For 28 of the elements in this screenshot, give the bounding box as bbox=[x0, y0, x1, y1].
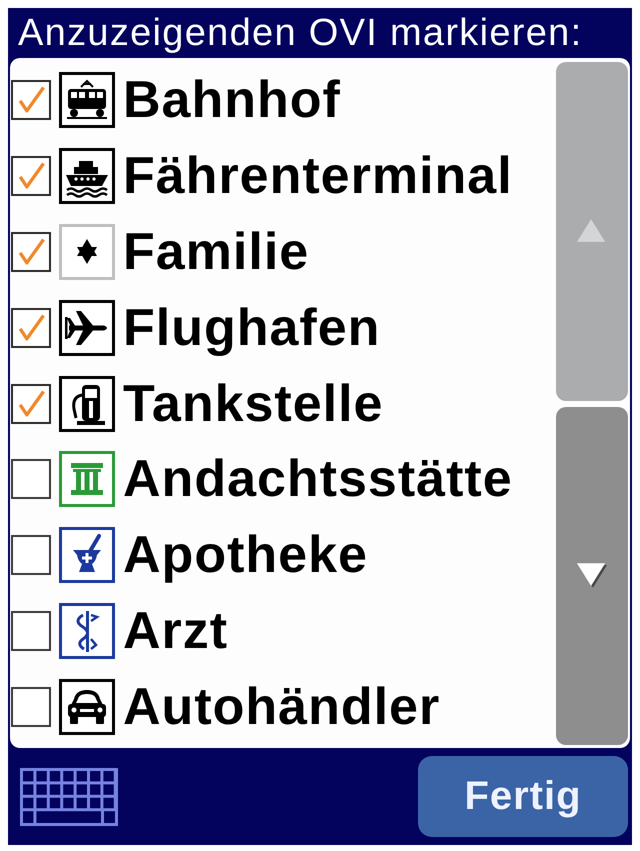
category-label[interactable]: Familie bbox=[123, 226, 310, 278]
caret-down-icon bbox=[576, 563, 608, 588]
category-label[interactable]: Arzt bbox=[123, 605, 228, 658]
checkbox[interactable] bbox=[11, 156, 51, 196]
category-label[interactable]: Fährenterminal bbox=[123, 150, 513, 202]
category-label[interactable]: Andachtsstätte bbox=[123, 453, 513, 506]
checkbox[interactable] bbox=[11, 308, 51, 348]
checkbox[interactable] bbox=[11, 535, 51, 576]
checkmark-icon bbox=[16, 312, 46, 343]
keyboard-icon[interactable] bbox=[20, 768, 118, 826]
category-label[interactable]: Bahnhof bbox=[123, 74, 341, 126]
checkbox[interactable] bbox=[11, 687, 51, 728]
category-label[interactable]: Tankstelle bbox=[123, 378, 384, 430]
done-button[interactable]: Fertig bbox=[418, 756, 628, 837]
checkmark-icon bbox=[16, 388, 46, 418]
caret-up-icon bbox=[576, 218, 608, 244]
checkmark-icon bbox=[16, 160, 46, 191]
category-label[interactable]: Autohändler bbox=[123, 681, 440, 734]
checkmark-icon bbox=[16, 236, 46, 267]
checkbox[interactable] bbox=[11, 459, 51, 500]
checkbox[interactable] bbox=[11, 80, 51, 120]
checkbox[interactable] bbox=[11, 611, 51, 652]
dialog-title: Anzuzeigenden OVI markieren: bbox=[17, 11, 584, 56]
category-label[interactable]: Apotheke bbox=[123, 529, 368, 582]
checkbox[interactable] bbox=[11, 384, 51, 424]
category-label[interactable]: Flughafen bbox=[123, 302, 380, 354]
checkmark-icon bbox=[16, 84, 46, 115]
checkbox[interactable] bbox=[11, 232, 51, 272]
